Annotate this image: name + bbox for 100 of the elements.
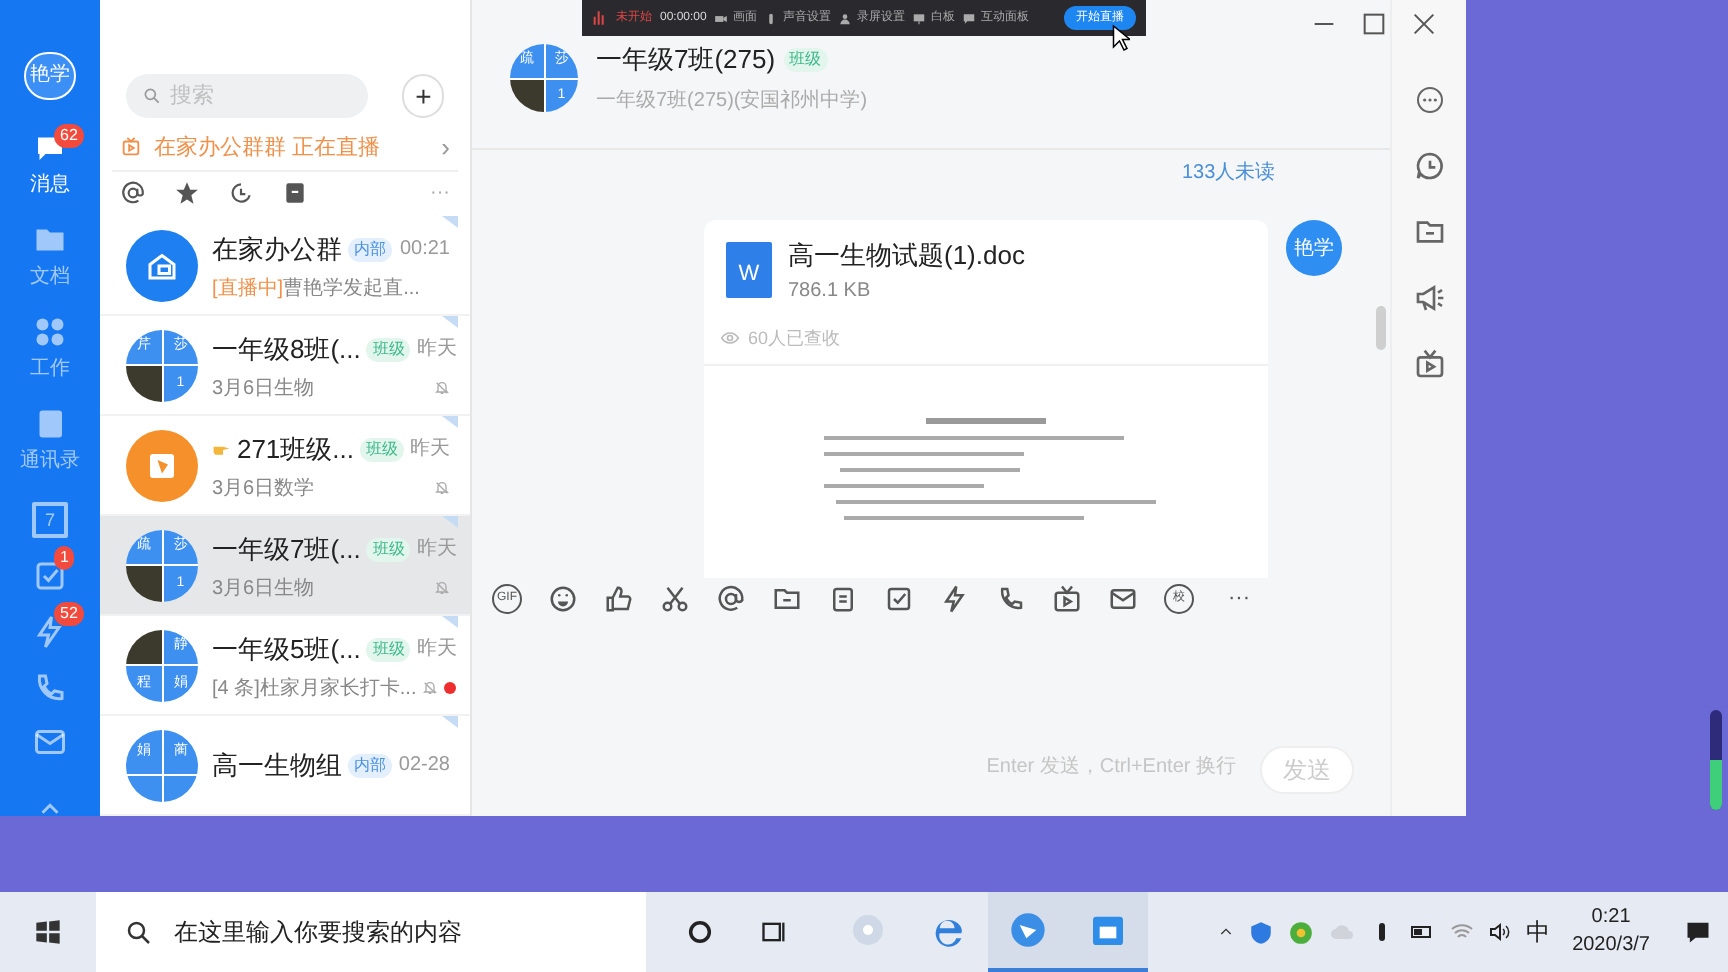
- nav-label: 通讯录: [20, 447, 80, 476]
- photo-placeholder: [126, 366, 161, 401]
- nav-item[interactable]: 消息 62: [0, 123, 100, 208]
- chat-preview: 3月6日生物: [212, 575, 315, 604]
- speaker-icon[interactable]: [1488, 920, 1513, 944]
- more-icon[interactable]: ···: [1228, 581, 1250, 615]
- chat-time: 昨天: [416, 336, 457, 364]
- live-banner-text: 在家办公群群 正在直播: [154, 133, 381, 164]
- taskbar-app[interactable]: [988, 892, 1068, 972]
- chevron-icon: ›: [441, 128, 450, 168]
- eye-icon: [720, 328, 740, 349]
- photo-placeholder: [126, 566, 161, 601]
- unread-badge: 62: [54, 123, 84, 148]
- at-sign-icon[interactable]: [716, 583, 746, 613]
- chat-preview: [4 条]杜家月家长打卡...: [212, 675, 417, 704]
- book-avatar: [126, 429, 198, 501]
- more-icon[interactable]: [1413, 84, 1445, 116]
- task-view-icon[interactable]: [760, 918, 788, 946]
- notification-icon[interactable]: [1684, 918, 1712, 946]
- board-icon: [912, 11, 927, 25]
- lightning-icon[interactable]: [940, 583, 970, 613]
- taskbar-clock[interactable]: 0:21 2020/3/7: [1564, 904, 1658, 960]
- photo-placeholder: [510, 79, 543, 112]
- chat-name: 高一生物组: [212, 747, 342, 784]
- chat-time: 昨天: [416, 536, 457, 564]
- windows-start-icon[interactable]: [34, 918, 62, 946]
- thumbs-up-icon[interactable]: [604, 583, 634, 613]
- file-name: 高一生物试题(1).doc: [788, 238, 1025, 274]
- pin-corner-icon: [442, 616, 458, 628]
- grid-icon: [32, 313, 68, 350]
- chat-tag: 内部: [348, 237, 392, 261]
- bars-icon: [592, 10, 608, 26]
- tray-overflow-icon[interactable]: [1218, 924, 1235, 940]
- mic-icon: [764, 11, 779, 25]
- file-message-card[interactable]: W 高一生物试题(1).doc 786.1 KB 60人已查收: [704, 220, 1268, 578]
- person-icon: [838, 11, 853, 25]
- emoji-icon[interactable]: [548, 583, 578, 613]
- read-receipt: 60人已查收: [748, 325, 841, 351]
- at-sign-icon[interactable]: [120, 180, 146, 207]
- file-size: 786.1 KB: [788, 277, 873, 305]
- folder-icon[interactable]: [772, 583, 802, 613]
- note-icon[interactable]: [828, 583, 858, 613]
- chat-tag: 班级: [360, 437, 404, 461]
- taskbar-app[interactable]: [1068, 892, 1148, 972]
- clock-date: 2020/3/7: [1572, 932, 1650, 960]
- scissors-icon[interactable]: [660, 583, 690, 613]
- search-icon: [142, 86, 162, 107]
- close-icon[interactable]: [1408, 8, 1440, 40]
- clock-icon[interactable]: [228, 180, 254, 207]
- chat-tag: 内部: [348, 753, 392, 777]
- nav-label: 消息: [30, 171, 70, 200]
- chat-history-icon[interactable]: [1413, 150, 1445, 182]
- sender-avatar: 艳学: [1286, 220, 1342, 276]
- megaphone-icon[interactable]: [1413, 282, 1445, 314]
- photo-placeholder: [126, 629, 161, 664]
- nav-item[interactable]: 1: [0, 546, 100, 595]
- bird-app-icon: [1008, 910, 1048, 950]
- word-file-icon: W: [726, 242, 772, 299]
- add-button[interactable]: +: [402, 74, 444, 119]
- chat-preview: 3月6日生物: [212, 375, 315, 404]
- chevron-up-icon: [38, 802, 62, 817]
- star-icon[interactable]: [174, 180, 200, 207]
- chat-time: 昨天: [416, 636, 457, 664]
- chat-name: 271班级...: [236, 431, 354, 468]
- phone-icon[interactable]: [996, 583, 1026, 613]
- mail-icon[interactable]: [1108, 583, 1138, 613]
- taskbar-search-field[interactable]: 在这里输入你要搜索的内容: [96, 892, 646, 972]
- nav-item[interactable]: 52: [0, 602, 100, 650]
- unread-badge: 52: [54, 602, 84, 627]
- chat-time: 02-28: [398, 752, 450, 780]
- clock-time: 0:21: [1591, 904, 1631, 932]
- search-icon: [124, 917, 154, 947]
- cortana-circle-icon[interactable]: [686, 918, 714, 946]
- battery-icon[interactable]: [1408, 920, 1437, 944]
- chat-list-item[interactable]: 271班级... 班级 昨天 3月6日数学: [100, 416, 470, 516]
- chat-tag: 班级: [366, 537, 411, 561]
- chat-tag: 班级: [366, 337, 411, 361]
- tv-icon: [120, 136, 142, 159]
- tv-icon[interactable]: [1413, 348, 1445, 380]
- scrollbar[interactable]: [1376, 306, 1386, 350]
- chat-time: 昨天: [410, 436, 450, 464]
- tv-icon[interactable]: [1052, 583, 1082, 613]
- pin-corner-icon: [442, 216, 458, 228]
- group-avatar: [126, 229, 198, 301]
- pin-corner-icon: [442, 716, 458, 728]
- maximize-icon[interactable]: [1358, 8, 1390, 40]
- chat-preview: 3月6日数学: [212, 475, 315, 504]
- chat-name: 一年级8班(...: [212, 331, 361, 368]
- chat-list-item[interactable]: 在家办公群 内部 00:21 [直播中]曹艳学发起直...: [100, 216, 470, 316]
- calendar-day: 7: [44, 510, 55, 531]
- input-method-indicator[interactable]: 中: [1526, 914, 1551, 950]
- archive-icon[interactable]: [282, 180, 308, 207]
- checkbox-icon[interactable]: [884, 583, 914, 613]
- pin-corner-icon: [442, 516, 458, 528]
- folder-icon[interactable]: [1413, 216, 1445, 248]
- chat-time: 00:21: [399, 236, 450, 264]
- pinwheel-icon: [848, 910, 888, 950]
- chat-tag: 班级: [366, 637, 411, 661]
- shield-icon[interactable]: [1248, 919, 1275, 945]
- chat-name: 在家办公群: [212, 231, 342, 268]
